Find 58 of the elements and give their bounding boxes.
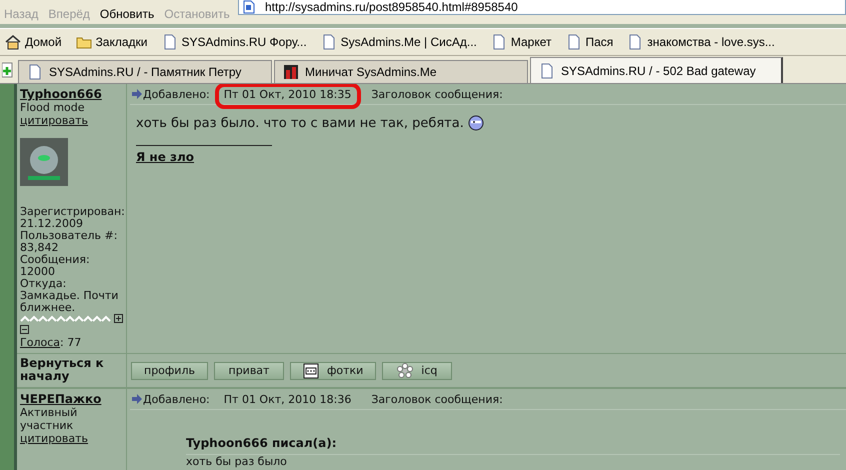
browser-tab[interactable]: SYSAdmins.RU / - 502 Bad gateway (530, 57, 783, 83)
post-button[interactable]: приват (214, 362, 284, 380)
profile-text: Замкадье. Почти ближнее. (20, 290, 120, 314)
posted-label: Добавлено: (143, 392, 210, 406)
flower-icon (397, 362, 414, 378)
jpg-file-icon (302, 362, 319, 378)
profile-text: Сообщения: (20, 254, 91, 266)
post-text: хоть бы раз было. что то с вами не так, ребята. (136, 116, 464, 130)
profile-text: Пользователь #: (20, 230, 118, 242)
subject-label: Заголовок сообщения: (371, 88, 503, 100)
bookmark[interactable]: Закладки (70, 34, 152, 50)
profile-text: Зарегистрирован: (20, 206, 126, 218)
bookmark[interactable]: Домой (0, 34, 67, 50)
browser-tab[interactable]: Миничат SysAdmins.Me (274, 60, 528, 83)
arrow-icon (132, 89, 142, 99)
arrow-icon (132, 394, 142, 404)
subject-label: Заголовок сообщения: (371, 392, 503, 406)
quote-text: хоть бы раз было (186, 454, 840, 468)
collapse-icon (20, 325, 29, 334)
author-link[interactable]: Typhoon666 (20, 87, 126, 101)
expand-icon (114, 314, 123, 323)
quote-link[interactable]: цитировать (20, 432, 126, 445)
signature-link[interactable]: Я не зло (136, 150, 194, 164)
back-to-top-link[interactable]: Вернуться к началу (20, 354, 126, 383)
votes-link[interactable]: Голоса (20, 336, 60, 349)
bookmark[interactable]: Маркет (486, 34, 556, 50)
post-button[interactable]: фотки (290, 362, 376, 380)
user-rank: Flood mode (20, 101, 86, 114)
quote-author: Typhoon666 писал(а): (186, 436, 338, 450)
browser-tab[interactable]: SYSAdmins.RU / - Памятник Петру (18, 60, 272, 83)
page-icon (27, 64, 43, 80)
profile-text: 12000 (20, 266, 56, 278)
bookmark[interactable]: знакомства - love.sys... (622, 34, 780, 50)
page-icon (320, 34, 337, 50)
quote-link[interactable]: цитировать (20, 114, 126, 127)
page-icon (539, 62, 555, 78)
app-icon (283, 64, 299, 80)
post-button[interactable]: профиль (131, 362, 208, 380)
post-button[interactable]: icq (382, 362, 452, 380)
page-icon (627, 34, 644, 50)
page-icon (243, 0, 255, 14)
profile-text: 83,842 (20, 242, 60, 254)
profile-text: 21.12.2009 (20, 218, 83, 230)
profile-text: Откуда: (20, 278, 68, 290)
page-icon (566, 34, 582, 50)
bookmark[interactable]: Пася (560, 34, 618, 50)
post-date: Пт 01 Окт, 2010 18:35 (224, 88, 352, 100)
votes-count: : 77 (60, 336, 82, 349)
home-icon (5, 34, 21, 50)
author-link[interactable]: ЧЕРЕПажко (20, 392, 126, 406)
page-icon (162, 34, 178, 50)
bookmark[interactable]: SYSAdmins.RU Фору... (156, 34, 312, 50)
toolbar-button[interactable]: Обновить (98, 7, 156, 21)
post-date: Пт 01 Окт, 2010 18:36 (224, 392, 352, 406)
page-icon (490, 34, 507, 50)
bookmark[interactable]: SysAdmins.Me | СисАд... (316, 34, 482, 50)
posted-label: Добавлено: (143, 88, 210, 100)
address-field[interactable]: http://sysadmins.ru/post8958540.html#8958540 (238, 0, 846, 15)
